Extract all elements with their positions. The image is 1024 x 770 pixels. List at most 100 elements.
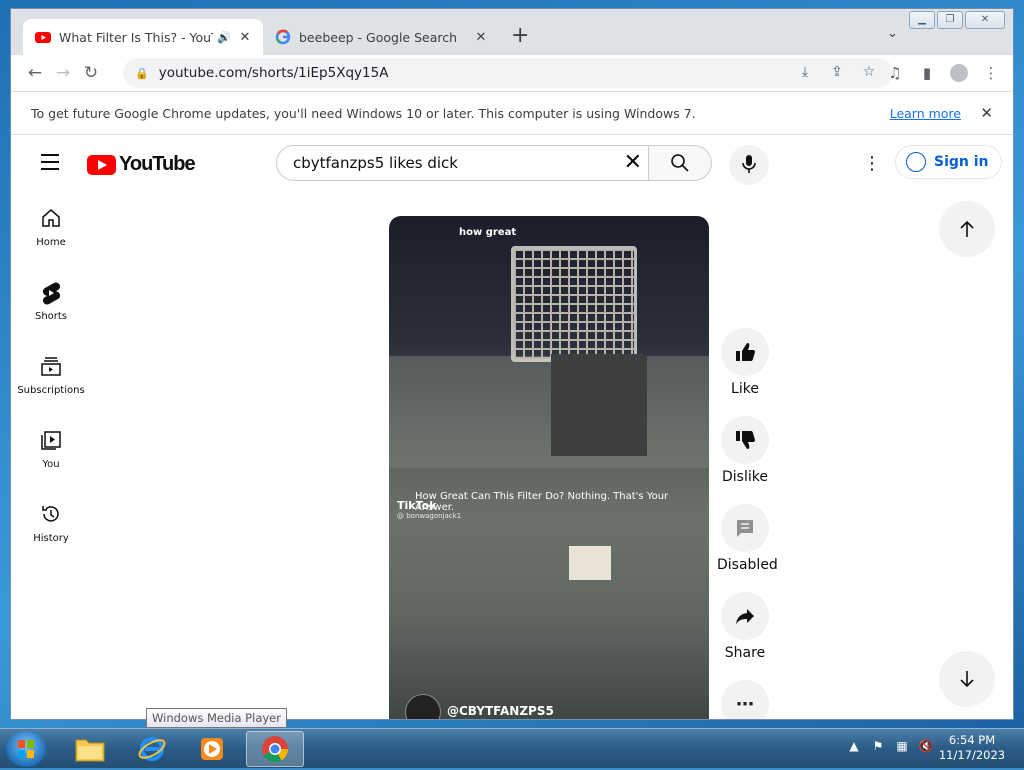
home-icon bbox=[42, 209, 60, 227]
guide-label: You bbox=[42, 459, 60, 470]
thumbs-up-icon bbox=[736, 343, 755, 361]
video-overlay-text: how great bbox=[459, 227, 517, 238]
network-icon[interactable]: ▦ bbox=[890, 739, 914, 753]
taskbar-media-player[interactable] bbox=[186, 731, 238, 767]
url-text: youtube.com/shorts/1iEp5Xqy15A bbox=[158, 65, 389, 81]
next-short-button[interactable] bbox=[939, 651, 995, 707]
maximize-button[interactable]: ❐ bbox=[937, 11, 963, 29]
channel-avatar[interactable] bbox=[405, 694, 441, 719]
you-icon bbox=[41, 431, 61, 450]
share-button[interactable]: Share bbox=[717, 592, 773, 680]
more-icon: ⋯ bbox=[736, 693, 754, 715]
share-page-icon[interactable]: ⇪ bbox=[821, 64, 853, 80]
youtube-page: YouTube cbytfanzps5 likes dick ✕ ⋮ Sign … bbox=[11, 135, 1013, 719]
chrome-menu-icon[interactable]: ⋮ bbox=[975, 64, 1007, 86]
action-center-icon[interactable]: ⚑ bbox=[866, 739, 890, 753]
show-hidden-icons-icon[interactable]: ▲ bbox=[842, 739, 866, 753]
tab-search-icon[interactable]: ⌄ bbox=[887, 26, 898, 41]
side-panel-icon[interactable]: ▮ bbox=[911, 64, 943, 86]
toolbar: ← → ↻ 🔒 youtube.com/shorts/1iEp5Xqy15A ⤓… bbox=[11, 55, 1013, 91]
close-tab-icon[interactable]: ✕ bbox=[237, 30, 253, 45]
install-app-icon[interactable]: ⤓ bbox=[789, 64, 821, 80]
chrome-icon bbox=[262, 736, 289, 763]
like-button[interactable]: Like bbox=[717, 328, 773, 416]
guide-label: Shorts bbox=[34, 311, 68, 322]
search-query: cbytfanzps5 likes dick bbox=[293, 154, 458, 172]
more-actions-button[interactable]: ⋯ bbox=[717, 680, 773, 719]
clock[interactable]: 6:54 PM 11/17/2023 bbox=[932, 733, 1012, 763]
shorts-icon bbox=[42, 282, 61, 305]
start-button[interactable] bbox=[6, 731, 46, 767]
close-tab-icon[interactable]: ✕ bbox=[473, 30, 489, 45]
youtube-logo-icon bbox=[87, 154, 116, 175]
tab-title: What Filter Is This? - YouTube bbox=[59, 29, 213, 45]
taskbar-internet-explorer[interactable] bbox=[126, 731, 178, 767]
short-video-player[interactable]: how great TikTok How Great Can This Filt… bbox=[389, 216, 709, 719]
tab-youtube[interactable]: What Filter Is This? - YouTube 🔊 ✕ bbox=[23, 19, 263, 55]
lock-icon[interactable]: 🔒 bbox=[135, 67, 149, 80]
audio-icon[interactable]: 🔊 bbox=[217, 31, 231, 44]
guide-label: Home bbox=[36, 237, 66, 248]
channel-name[interactable]: @CBYTFANZPS5 bbox=[447, 704, 554, 718]
guide-menu-icon[interactable] bbox=[41, 154, 59, 175]
dislike-button[interactable]: Dislike bbox=[717, 416, 773, 504]
clock-date: 11/17/2023 bbox=[938, 748, 1006, 762]
forward-icon[interactable]: → bbox=[49, 63, 77, 83]
tab-google-search[interactable]: beebeep - Google Search ✕ bbox=[263, 19, 499, 55]
guide-item-home[interactable]: Home bbox=[11, 191, 91, 265]
minimize-button[interactable]: ▁ bbox=[909, 11, 935, 29]
guide-item-history[interactable]: History bbox=[11, 487, 91, 561]
guide-item-subscriptions[interactable]: Subscriptions bbox=[11, 339, 91, 413]
guide-label: History bbox=[33, 533, 69, 544]
system-tray: ▲ ⚑ ▦ 🔇 bbox=[842, 739, 938, 753]
thumbs-down-icon bbox=[736, 431, 755, 449]
guide-sidebar: Home Shorts Subscriptions You History bbox=[11, 191, 91, 561]
internet-explorer-icon bbox=[138, 737, 166, 761]
sign-in-label: Sign in bbox=[934, 154, 989, 170]
close-infobar-icon[interactable]: ✕ bbox=[980, 104, 993, 122]
action-label: Like bbox=[731, 381, 759, 397]
youtube-logo[interactable]: YouTube bbox=[87, 153, 196, 176]
window-controls: ▁ ❐ ✕ bbox=[907, 11, 1005, 29]
comments-icon bbox=[737, 520, 753, 537]
taskbar-explorer[interactable] bbox=[64, 731, 116, 767]
search-icon bbox=[671, 154, 689, 172]
google-icon bbox=[275, 29, 291, 45]
action-label: Share bbox=[724, 645, 766, 661]
action-label: Disabled bbox=[717, 557, 778, 573]
back-icon[interactable]: ← bbox=[21, 63, 49, 83]
settings-menu-icon[interactable]: ⋮ bbox=[863, 153, 881, 174]
close-window-button[interactable]: ✕ bbox=[965, 11, 1005, 29]
microphone-icon bbox=[742, 155, 756, 173]
previous-short-button[interactable] bbox=[939, 201, 995, 257]
clear-search-icon[interactable]: ✕ bbox=[624, 150, 642, 175]
sign-in-button[interactable]: Sign in bbox=[895, 145, 1002, 179]
video-frame bbox=[389, 356, 709, 468]
guide-item-you[interactable]: You bbox=[11, 413, 91, 487]
learn-more-link[interactable]: Learn more bbox=[890, 106, 961, 121]
tiktok-handle: @ bonwagonjack1 bbox=[397, 512, 462, 520]
arrow-down-icon bbox=[960, 671, 974, 688]
video-caption-text: How Great Can This Filter Do? Nothing. T… bbox=[415, 491, 669, 513]
youtube-logo-text: YouTube bbox=[119, 153, 196, 175]
media-player-icon bbox=[201, 738, 223, 760]
new-tab-button[interactable]: + bbox=[511, 25, 529, 47]
guide-item-shorts[interactable]: Shorts bbox=[11, 265, 91, 339]
search-input[interactable]: cbytfanzps5 likes dick ✕ bbox=[276, 145, 648, 181]
action-label: Dislike bbox=[722, 469, 768, 485]
update-infobar: To get future Google Chrome updates, you… bbox=[11, 91, 1013, 135]
address-bar[interactable]: 🔒 youtube.com/shorts/1iEp5Xqy15A ⤓ ⇪ ☆ bbox=[123, 58, 893, 88]
reload-icon[interactable]: ↻ bbox=[77, 63, 105, 83]
infobar-message: To get future Google Chrome updates, you… bbox=[31, 105, 696, 121]
profile-icon[interactable] bbox=[943, 64, 975, 86]
share-icon bbox=[736, 609, 754, 624]
voice-search-button[interactable] bbox=[729, 145, 769, 185]
tab-title: beebeep - Google Search bbox=[299, 29, 458, 45]
video-frame bbox=[569, 546, 611, 580]
taskbar-tooltip: Windows Media Player bbox=[146, 708, 287, 728]
media-control-icon[interactable]: ♫ bbox=[879, 64, 911, 86]
taskbar-chrome[interactable] bbox=[246, 731, 304, 767]
comments-button[interactable]: Disabled bbox=[717, 504, 778, 592]
search-button[interactable] bbox=[648, 145, 712, 181]
video-frame bbox=[511, 246, 637, 362]
